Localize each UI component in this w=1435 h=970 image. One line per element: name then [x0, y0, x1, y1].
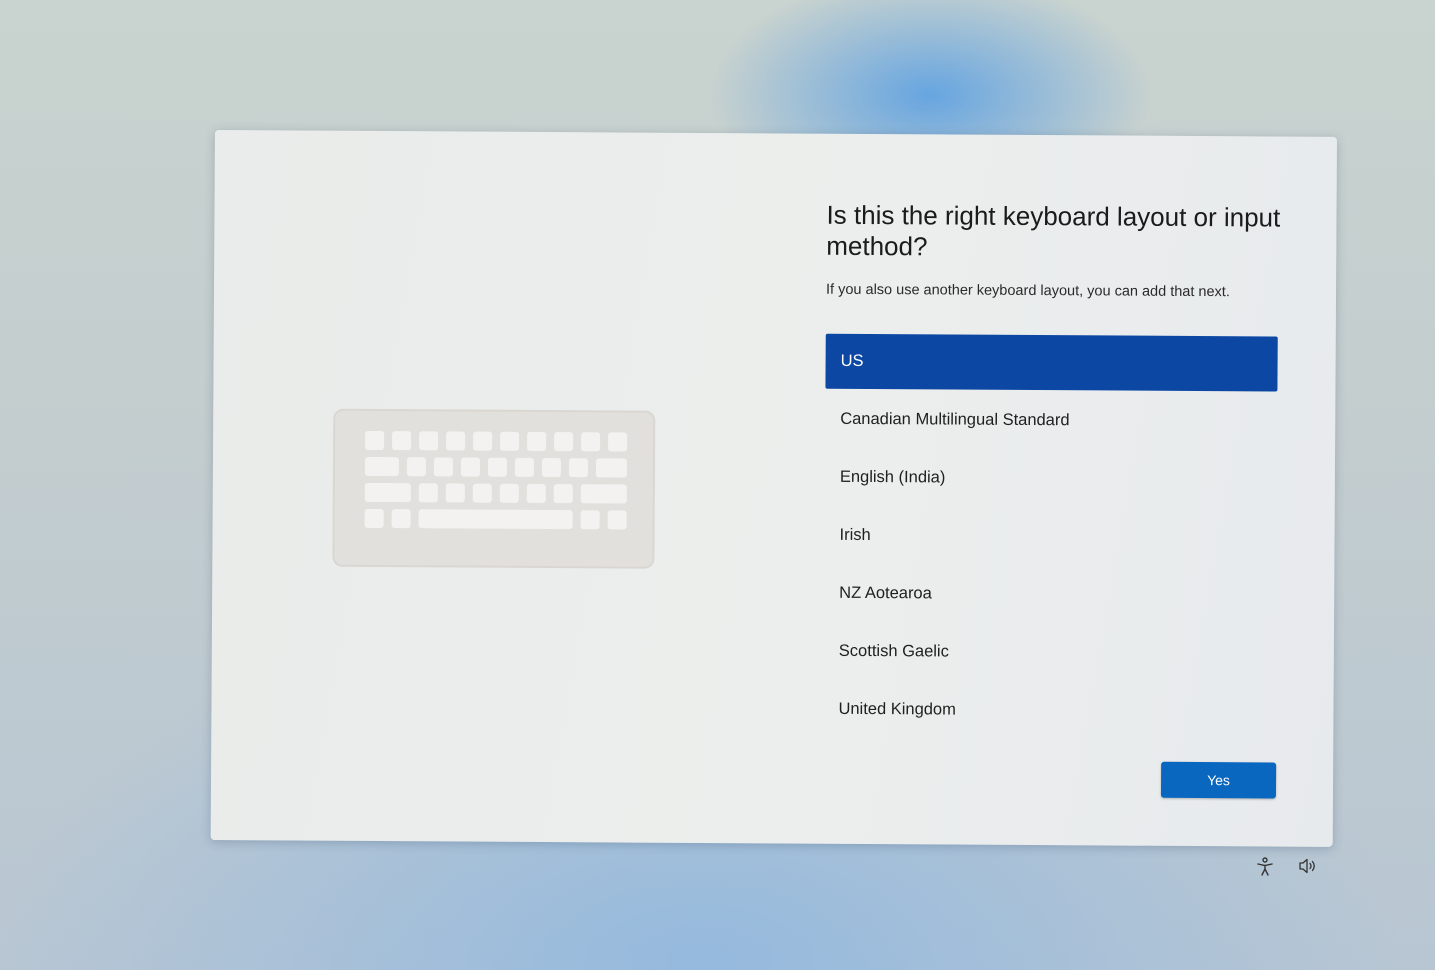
key	[364, 456, 400, 477]
yes-button[interactable]: Yes	[1160, 761, 1277, 799]
key	[445, 483, 465, 503]
setup-dialog: Is this the right keyboard layout or inp…	[210, 130, 1337, 847]
keyboard-icon	[332, 408, 656, 569]
page-subtitle: If you also use another keyboard layout,…	[825, 281, 1230, 301]
layout-item-nz-aotearoa[interactable]: NZ Aotearoa	[824, 566, 1276, 624]
layout-item-irish[interactable]: Irish	[824, 508, 1276, 566]
layout-item-scottish-gaelic[interactable]: Scottish Gaelic	[824, 624, 1276, 682]
key	[460, 457, 481, 477]
key	[364, 482, 411, 503]
key	[446, 431, 466, 451]
key	[580, 484, 627, 504]
key	[541, 458, 562, 478]
key	[514, 457, 535, 477]
key	[554, 432, 574, 452]
key	[392, 431, 412, 451]
spacebar-key	[418, 509, 573, 530]
key	[391, 509, 411, 529]
key	[418, 483, 438, 503]
keyboard-layout-list: US Canadian Multilingual Standard Englis…	[823, 333, 1278, 743]
key	[568, 458, 589, 478]
key	[472, 483, 492, 503]
key	[500, 431, 520, 451]
key	[581, 432, 601, 452]
layout-item-us[interactable]: US	[825, 333, 1278, 392]
key	[364, 508, 384, 529]
key	[553, 484, 573, 504]
key	[607, 510, 627, 530]
layout-item-english-india[interactable]: English (India)	[825, 450, 1277, 508]
volume-icon[interactable]	[1297, 855, 1319, 877]
key	[419, 431, 439, 451]
key	[473, 431, 493, 451]
key	[580, 510, 600, 530]
key	[487, 457, 508, 477]
key	[406, 457, 427, 477]
layout-item-united-kingdom[interactable]: United Kingdom	[823, 682, 1275, 740]
accessibility-icon[interactable]	[1254, 856, 1276, 878]
key	[433, 457, 454, 477]
key	[365, 430, 385, 451]
key	[608, 432, 628, 452]
key	[499, 483, 519, 503]
layout-item-canadian-multilingual-standard[interactable]: Canadian Multilingual Standard	[825, 392, 1277, 450]
key	[595, 458, 628, 478]
key	[527, 431, 547, 452]
key	[526, 483, 546, 504]
page-title: Is this the right keyboard layout or inp…	[826, 199, 1281, 262]
